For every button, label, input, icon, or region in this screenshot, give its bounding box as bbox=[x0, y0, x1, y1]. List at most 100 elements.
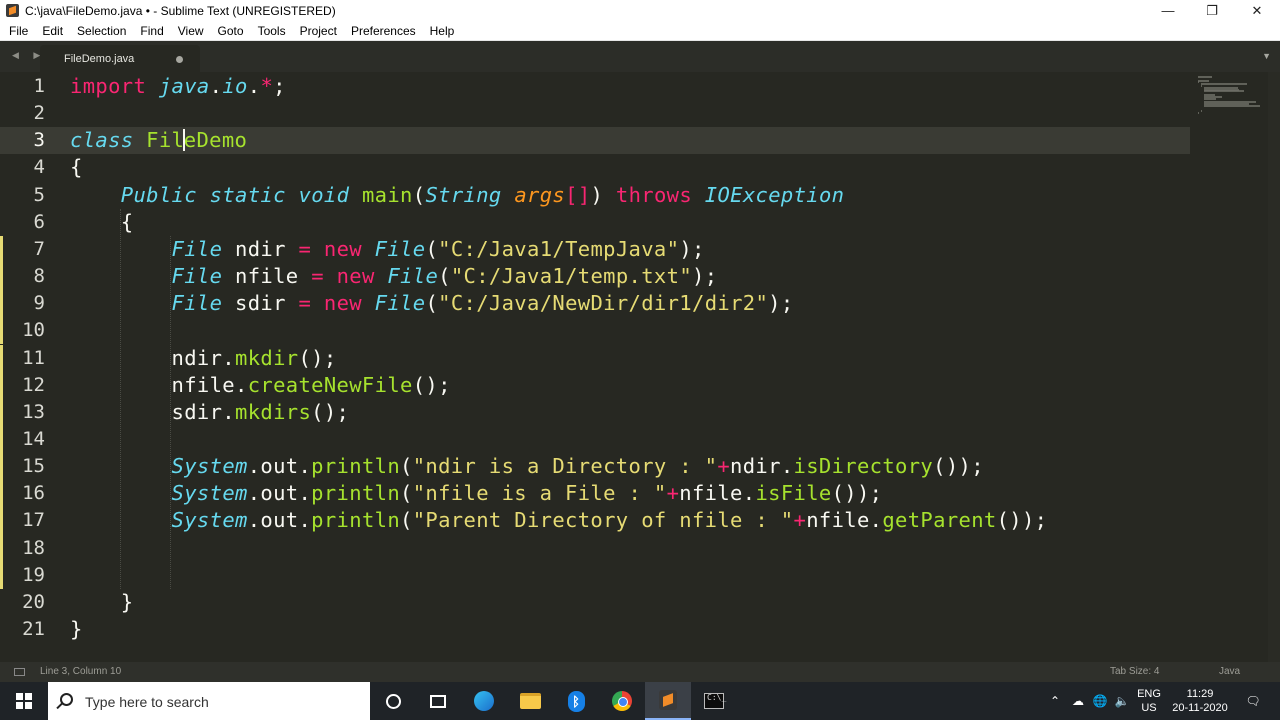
code-text[interactable]: } bbox=[70, 616, 83, 643]
menu-edit[interactable]: Edit bbox=[35, 21, 70, 41]
line-number: 5 bbox=[33, 183, 45, 206]
code-text[interactable]: System.out.println("ndir is a Directory … bbox=[70, 453, 984, 480]
code-line[interactable]: 7 File ndir = new File("C:/Java1/TempJav… bbox=[0, 235, 1190, 264]
title-bar: C:\java\FileDemo.java • - Sublime Text (… bbox=[0, 0, 1280, 21]
code-text[interactable]: { bbox=[70, 209, 133, 236]
task-view-button[interactable] bbox=[415, 682, 461, 720]
start-button[interactable] bbox=[0, 682, 48, 720]
menu-view[interactable]: View bbox=[171, 21, 211, 41]
code-text[interactable]: File ndir = new File("C:/Java1/TempJava"… bbox=[70, 236, 705, 263]
command-prompt-icon: C:\_ bbox=[704, 693, 726, 709]
panel-toggle-icon[interactable] bbox=[14, 668, 25, 676]
code-text[interactable]: ndir.mkdir(); bbox=[70, 345, 337, 372]
line-number: 8 bbox=[33, 265, 45, 288]
code-text[interactable]: nfile.createNewFile(); bbox=[70, 372, 451, 399]
folder-icon bbox=[519, 693, 541, 709]
chrome-button[interactable] bbox=[599, 682, 645, 720]
menu-selection[interactable]: Selection bbox=[70, 21, 133, 41]
code-text[interactable]: { bbox=[70, 154, 83, 181]
code-line[interactable]: 10 bbox=[0, 317, 1190, 345]
minimap-line bbox=[1204, 97, 1216, 100]
close-button[interactable]: ✕ bbox=[1234, 0, 1280, 21]
syntax-mode[interactable]: Java bbox=[1219, 666, 1240, 677]
windows-logo-icon bbox=[16, 693, 32, 709]
minimize-button[interactable]: — bbox=[1146, 0, 1190, 21]
line-number: 15 bbox=[22, 455, 45, 478]
show-hidden-icons-button[interactable]: ⌃ bbox=[1046, 682, 1064, 720]
line-number: 10 bbox=[22, 319, 45, 342]
search-placeholder: Type here to search bbox=[85, 694, 209, 710]
menu-help[interactable]: Help bbox=[423, 21, 462, 41]
code-text[interactable]: File sdir = new File("C:/Java/NewDir/dir… bbox=[70, 290, 794, 317]
code-line[interactable]: 4{ bbox=[0, 154, 1190, 181]
maximize-button[interactable]: ❐ bbox=[1190, 0, 1234, 21]
code-text[interactable]: class FileDemo bbox=[70, 127, 247, 154]
code-line[interactable]: 20 } bbox=[0, 589, 1190, 616]
code-line[interactable]: 9 File sdir = new File("C:/Java/NewDir/d… bbox=[0, 290, 1190, 318]
code-text[interactable]: System.out.println("nfile is a File : "+… bbox=[70, 480, 882, 507]
code-line[interactable]: 12 nfile.createNewFile(); bbox=[0, 371, 1190, 399]
menu-project[interactable]: Project bbox=[293, 21, 344, 41]
code-line[interactable]: 16 System.out.println("nfile is a File :… bbox=[0, 480, 1190, 508]
menu-goto[interactable]: Goto bbox=[211, 21, 251, 41]
unsaved-dot-icon[interactable] bbox=[176, 56, 183, 63]
status-bar: Line 3, Column 10 Tab Size: 4 Java bbox=[0, 662, 1280, 682]
speaker-icon: 🔈 bbox=[1114, 694, 1130, 708]
globe-network-button[interactable]: 🌐 bbox=[1090, 682, 1110, 720]
line-number: 20 bbox=[22, 590, 45, 613]
file-explorer-button[interactable] bbox=[507, 682, 553, 720]
code-text[interactable]: } bbox=[70, 589, 133, 616]
line-number: 17 bbox=[22, 509, 45, 532]
menu-tools[interactable]: Tools bbox=[251, 21, 293, 41]
sublime-text-button[interactable] bbox=[645, 682, 691, 720]
line-number: 16 bbox=[22, 482, 45, 505]
code-line[interactable]: 6 { bbox=[0, 209, 1190, 236]
code-text[interactable]: File nfile = new File("C:/Java1/temp.txt… bbox=[70, 263, 718, 290]
code-line[interactable]: 18 bbox=[0, 534, 1190, 562]
tab-dropdown-icon[interactable]: ▼ bbox=[1262, 51, 1271, 61]
volume-button[interactable]: 🔈 bbox=[1112, 682, 1132, 720]
code-line[interactable]: 15 System.out.println("ndir is a Directo… bbox=[0, 453, 1190, 481]
chrome-icon bbox=[612, 691, 632, 711]
menu-file[interactable]: File bbox=[0, 21, 35, 41]
code-editor[interactable]: 1 import java.io.*; 2 3 class FileDemo 4{5 Pu… bbox=[0, 72, 1280, 662]
globe-icon: 🌐 bbox=[1092, 694, 1108, 708]
code-line[interactable]: 11 ndir.mkdir(); bbox=[0, 344, 1190, 372]
code-line[interactable]: 14 bbox=[0, 425, 1190, 454]
code-line[interactable]: 13 sdir.mkdirs(); bbox=[0, 398, 1190, 426]
edge-button[interactable] bbox=[461, 682, 507, 720]
clock-date: 20-11-2020 bbox=[1172, 702, 1228, 714]
code-line[interactable]: 17 System.out.println("Parent Directory … bbox=[0, 507, 1190, 535]
code-line[interactable]: 21} bbox=[0, 616, 1190, 643]
code-text[interactable]: sdir.mkdirs(); bbox=[70, 399, 349, 426]
clock[interactable]: 11:29 20-11-2020 bbox=[1168, 687, 1232, 715]
notification-icon: 🗨 bbox=[1245, 694, 1261, 708]
code-text[interactable]: System.out.println("Parent Directory of … bbox=[70, 507, 1047, 534]
menu-find[interactable]: Find bbox=[133, 21, 170, 41]
menu-preferences[interactable]: Preferences bbox=[344, 21, 423, 41]
code-line[interactable]: 2 bbox=[0, 100, 1190, 127]
notifications-button[interactable]: 🗨 bbox=[1240, 682, 1266, 720]
code-text[interactable]: import java.io.*; bbox=[70, 73, 286, 100]
tab-filedemo[interactable]: FileDemo.java bbox=[40, 45, 200, 72]
code-line[interactable]: 5 Public static void main(String args[])… bbox=[0, 182, 1190, 209]
code-line[interactable]: 19 bbox=[0, 561, 1190, 589]
language-code: ENG bbox=[1137, 688, 1161, 700]
command-prompt-button[interactable]: C:\_ bbox=[691, 682, 737, 720]
minimap-line bbox=[1201, 83, 1247, 86]
line-number: 3 bbox=[33, 129, 45, 152]
code-line[interactable]: 8 File nfile = new File("C:/Java1/temp.t… bbox=[0, 263, 1190, 291]
network-status-button[interactable]: ☁ bbox=[1068, 682, 1088, 720]
vertical-scrollbar[interactable] bbox=[1268, 72, 1280, 662]
cortana-button[interactable] bbox=[370, 682, 416, 720]
tab-size[interactable]: Tab Size: 4 bbox=[1110, 666, 1159, 677]
input-language[interactable]: ENG US bbox=[1134, 687, 1164, 715]
code-line[interactable]: 3 class FileDemo bbox=[0, 127, 1190, 155]
window-title: C:\java\FileDemo.java • - Sublime Text (… bbox=[25, 3, 336, 18]
code-line[interactable]: 1 import java.io.*; bbox=[0, 73, 1190, 100]
code-text[interactable]: Public static void main(String args[]) t… bbox=[70, 182, 844, 209]
taskbar-search-box[interactable]: Type here to search bbox=[48, 682, 370, 720]
line-number: 21 bbox=[22, 618, 45, 640]
bluetooth-button[interactable]: ᛒ bbox=[553, 682, 599, 720]
minimap[interactable] bbox=[1190, 72, 1268, 114]
